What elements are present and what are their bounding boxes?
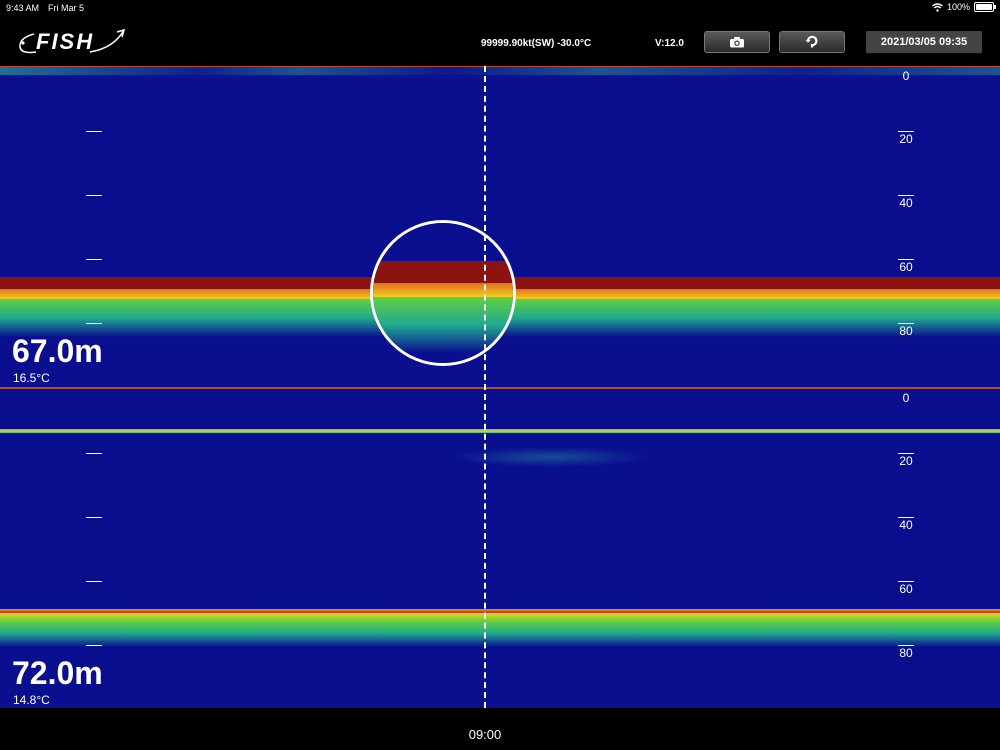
depth-tick <box>86 581 102 582</box>
scatter-echo <box>450 447 650 467</box>
depth-tick <box>86 323 102 324</box>
depth-tick <box>86 453 102 454</box>
water-temperature: 14.8°C <box>13 693 50 707</box>
logo-text: FISH <box>36 29 95 54</box>
depth-scale-label: 40 <box>899 196 913 210</box>
thermocline-line <box>0 429 1000 433</box>
voltage-readout: V:12.0 <box>655 38 684 49</box>
datetime-display: 2021/03/05 09:35 <box>866 31 982 53</box>
depth-scale-label: 40 <box>899 518 913 532</box>
depth-tick <box>86 195 102 196</box>
depth-scale-label: 80 <box>899 646 913 660</box>
depth-scale-label: 80 <box>899 324 913 338</box>
bottom-sonar-panel: 0 20 40 60 80 72.0m 14.8°C <box>0 387 1000 710</box>
depth-tick <box>86 517 102 518</box>
zoom-green-band <box>373 297 513 353</box>
depth-readout: 72.0m <box>12 655 103 691</box>
rotate-button[interactable] <box>779 31 845 53</box>
toolbar: FISH 99999.90kt(SW) -30.0°C V:12.0 2021/… <box>0 16 1000 66</box>
water-temperature: 16.5°C <box>13 371 50 385</box>
wifi-icon <box>932 2 943 12</box>
status-time: 9:43 AM <box>6 3 40 13</box>
zoom-red-band <box>373 261 513 283</box>
status-date: Fri Mar 5 <box>48 3 84 13</box>
camera-button[interactable] <box>704 31 770 53</box>
battery-percent: 100% <box>946 2 970 12</box>
rotate-icon <box>805 35 818 48</box>
depth-tick <box>86 645 102 646</box>
depth-readout: 67.0m <box>12 333 103 369</box>
zoom-yellow-band <box>373 283 513 297</box>
depth-scale-label: 60 <box>899 582 913 596</box>
status-bar: 9:43 AM Fri Mar 5 100% <box>0 0 1000 16</box>
surface-clutter <box>0 67 1000 75</box>
depth-scale-label: 60 <box>899 260 913 274</box>
depth-tick <box>86 131 102 132</box>
cursor-time-label: 09:00 <box>468 727 502 742</box>
bottom-echo-green-band <box>0 613 1000 647</box>
app-logo: FISH <box>16 28 128 58</box>
speed-temperature-readout: 99999.90kt(SW) -30.0°C <box>481 38 592 49</box>
time-cursor[interactable] <box>484 66 486 708</box>
status-right: 100% <box>932 2 996 12</box>
battery-icon <box>974 2 996 12</box>
footer: 09:00 <box>0 708 1000 750</box>
depth-scale-label: 0 <box>902 69 910 83</box>
zoom-lens[interactable] <box>370 220 516 366</box>
depth-scale-label: 20 <box>899 454 913 468</box>
depth-scale-label: 20 <box>899 132 913 146</box>
camera-icon <box>730 37 744 48</box>
depth-scale-label: 0 <box>902 391 910 405</box>
depth-tick <box>86 259 102 260</box>
